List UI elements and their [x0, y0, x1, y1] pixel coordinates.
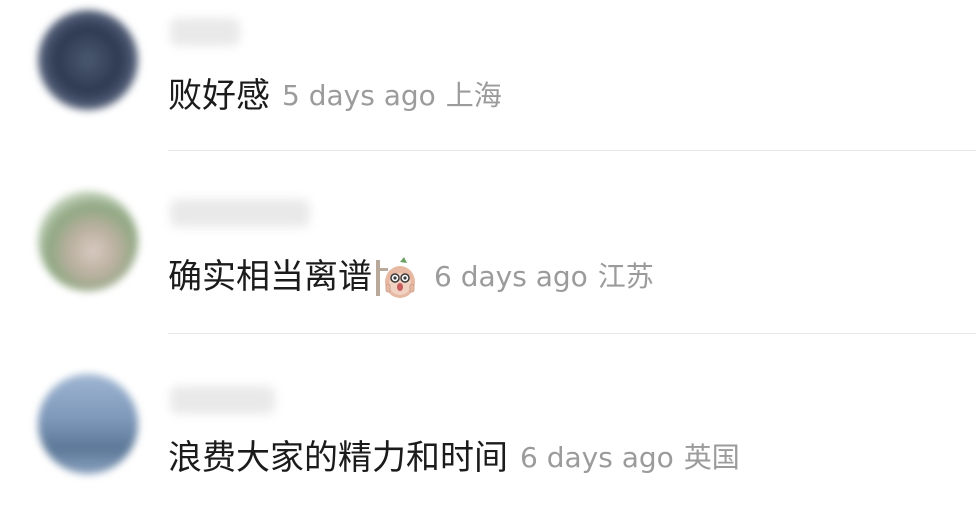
username-blurred[interactable] [170, 386, 275, 414]
comment-location: 江苏 [597, 260, 654, 293]
username-blurred[interactable] [170, 18, 240, 46]
comment-item[interactable]: 确实相当离谱 6 days ago 江苏 [0, 151, 976, 333]
comment-location: 上海 [445, 79, 502, 112]
comment-text: 败好感 [168, 76, 270, 116]
surprised-bean-sticker-icon [376, 257, 415, 298]
comment-item[interactable]: 败好感 5 days ago 上海 [0, 0, 976, 150]
comment-line: 浪费大家的精力和时间 6 days ago 英国 [168, 438, 740, 478]
comment-location: 英国 [683, 441, 740, 474]
comment-text: 浪费大家的精力和时间 [168, 438, 508, 478]
avatar[interactable] [38, 10, 138, 110]
comment-time: 5 days ago [282, 79, 436, 112]
comment-text: 确实相当离谱 [168, 257, 372, 297]
comment-time: 6 days ago [520, 441, 674, 474]
comment-line: 确实相当离谱 6 days ago 江苏 [168, 254, 654, 300]
avatar[interactable] [38, 191, 138, 291]
avatar[interactable] [38, 374, 138, 474]
comment-item[interactable]: 浪费大家的精力和时间 6 days ago 英国 [0, 334, 976, 510]
comment-line: 败好感 5 days ago 上海 [168, 76, 502, 116]
username-blurred[interactable] [170, 199, 310, 227]
comment-time: 6 days ago [434, 260, 588, 293]
